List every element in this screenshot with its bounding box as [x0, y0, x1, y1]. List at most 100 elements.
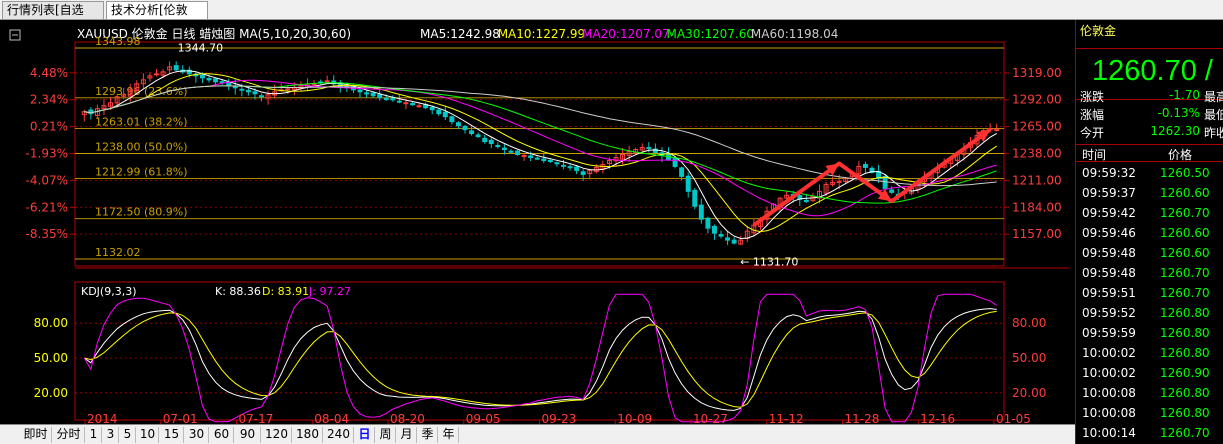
tick-row: 10:00:14 1260.70: [1076, 426, 1223, 444]
period-tab-3[interactable]: 3: [103, 427, 119, 443]
candle-body: [469, 130, 475, 135]
tick-time: 09:59:37: [1082, 186, 1136, 200]
candle-body: [206, 78, 212, 81]
candle-body: [889, 189, 895, 193]
period-tab-5[interactable]: 10: [137, 427, 159, 443]
candle-body: [377, 94, 383, 99]
change-value: -1.70: [1168, 88, 1200, 102]
candle-body: [324, 80, 330, 83]
period-tab-2[interactable]: 1: [86, 427, 102, 443]
y-tick-label-left: -6.21%: [26, 200, 68, 214]
kdj-k-line: [84, 308, 997, 411]
period-tab-7[interactable]: 30: [185, 427, 209, 443]
tick-price: 1260.70: [1160, 426, 1210, 440]
candle-body: [285, 88, 291, 91]
tick-header: 时间 价格: [1076, 144, 1223, 162]
period-tab-0[interactable]: 即时: [20, 427, 52, 443]
x-tick-label: 12-16: [920, 412, 955, 424]
x-tick-label: 2014: [87, 412, 118, 424]
candle-body: [692, 189, 698, 207]
fib-level-label: 1263.01 (38.2%): [95, 116, 188, 129]
top-tab-bar: 行情列表[自选股] 技术分析[伦敦金]: [0, 0, 1223, 34]
candle-body: [390, 98, 396, 101]
ma-legend-0: MA5:1242.98: [420, 27, 500, 41]
period-tab-15[interactable]: 月: [397, 427, 417, 443]
tick-price-header: 价格: [1168, 148, 1193, 162]
tick-row: 09:59:51 1260.70: [1076, 286, 1223, 306]
period-tab-17[interactable]: 年: [439, 427, 459, 443]
candle-body: [173, 65, 179, 71]
ma-line-5: [84, 70, 997, 240]
candle-body: [541, 158, 547, 161]
y-tick-label-right: 1238.00: [1012, 147, 1062, 161]
y-tick-label-left: -8.35%: [26, 227, 68, 241]
candlestick-chart[interactable]: XAUUSD 伦敦金 日线 蜡烛图 MA(5,10,20,30,60) MA5:1…: [0, 20, 1074, 424]
ma-legend-4: MA60:1198.04: [751, 27, 839, 41]
x-tick-label: 07-01: [163, 412, 198, 424]
kdj-level-label-right: 50.00: [1012, 351, 1046, 365]
tick-row: 09:59:42 1260.70: [1076, 206, 1223, 226]
y-tick-label-right: 1157.00: [1012, 227, 1062, 241]
candle-body: [705, 217, 711, 229]
tick-time: 09:59:48: [1082, 266, 1136, 280]
period-tab-16[interactable]: 季: [418, 427, 438, 443]
tick-time: 09:59:42: [1082, 206, 1136, 220]
low-label: 最低: [1204, 108, 1223, 122]
candle-body: [534, 157, 540, 160]
candle-body: [462, 125, 468, 131]
tick-time: 10:00:14: [1082, 426, 1136, 440]
period-tab-8[interactable]: 60: [210, 427, 234, 443]
high-annotation: 1344.70: [178, 41, 224, 54]
period-bar: 即时 分时 1 3 5 10 15 30 60 90 120 180 240 日周月季年: [0, 424, 1075, 444]
candle-body: [882, 176, 888, 189]
y-tick-label-right: 1265.00: [1012, 120, 1062, 134]
tick-row: 09:59:46 1260.60: [1076, 226, 1223, 246]
change-pct-row: 涨幅 -0.13% 最低: [1076, 106, 1223, 122]
period-tab-4[interactable]: 5: [120, 427, 136, 443]
period-tab-12[interactable]: 240: [324, 427, 354, 443]
period-tab-13[interactable]: 日: [355, 427, 375, 443]
period-tab-9[interactable]: 90: [235, 427, 261, 443]
tab-technical-analysis[interactable]: 技术分析[伦敦金]: [106, 1, 208, 34]
period-tab-14[interactable]: 周: [376, 427, 396, 443]
candle-body: [672, 157, 678, 167]
candle-body: [698, 204, 704, 220]
tick-row: 09:59:32 1260.50: [1076, 166, 1223, 186]
x-tick-label: 11-28: [845, 412, 880, 424]
y-tick-label-right: 1184.00: [1012, 200, 1062, 214]
tick-time: 09:59:48: [1082, 246, 1136, 260]
tick-price: 1260.60: [1160, 186, 1210, 200]
y-tick-label-left: -4.07%: [26, 173, 68, 187]
high-label: 最高: [1204, 90, 1223, 104]
candle-body: [561, 164, 566, 167]
tick-price: 1260.80: [1160, 386, 1210, 400]
tick-time: 10:00:08: [1082, 386, 1136, 400]
tick-price: 1260.80: [1160, 346, 1210, 360]
candle-body: [994, 129, 1000, 132]
tick-row: 09:59:48 1260.60: [1076, 246, 1223, 266]
period-tab-11[interactable]: 180: [293, 427, 323, 443]
x-tick-label: 08-04: [314, 412, 349, 424]
y-tick-label-left: 4.48%: [30, 66, 68, 80]
candle-body: [501, 147, 507, 151]
period-tab-10[interactable]: 120: [262, 427, 292, 443]
period-tab-6[interactable]: 15: [160, 427, 184, 443]
candle-body: [862, 163, 868, 168]
tick-time: 09:59:51: [1082, 286, 1136, 300]
change-pct-value: -0.13%: [1157, 106, 1200, 120]
tick-time: 10:00:02: [1082, 366, 1136, 380]
candle-body: [488, 139, 494, 145]
tab-market-list[interactable]: 行情列表[自选股]: [2, 1, 104, 34]
fib-level-label: 1343.98: [95, 35, 141, 48]
tick-time-header: 时间: [1082, 148, 1107, 162]
change-label: 涨跌: [1080, 90, 1105, 104]
candle-body: [803, 199, 809, 202]
candle-body: [725, 237, 731, 241]
tick-row: 10:00:08 1260.80: [1076, 406, 1223, 426]
period-tab-1[interactable]: 分时: [53, 427, 85, 443]
change-row: 涨跌 -1.70 最高: [1076, 88, 1223, 104]
candle-body: [436, 109, 442, 115]
tick-price: 1260.80: [1160, 326, 1210, 340]
candle-body: [252, 91, 258, 95]
fib-level-label: 1132.02: [95, 246, 141, 259]
